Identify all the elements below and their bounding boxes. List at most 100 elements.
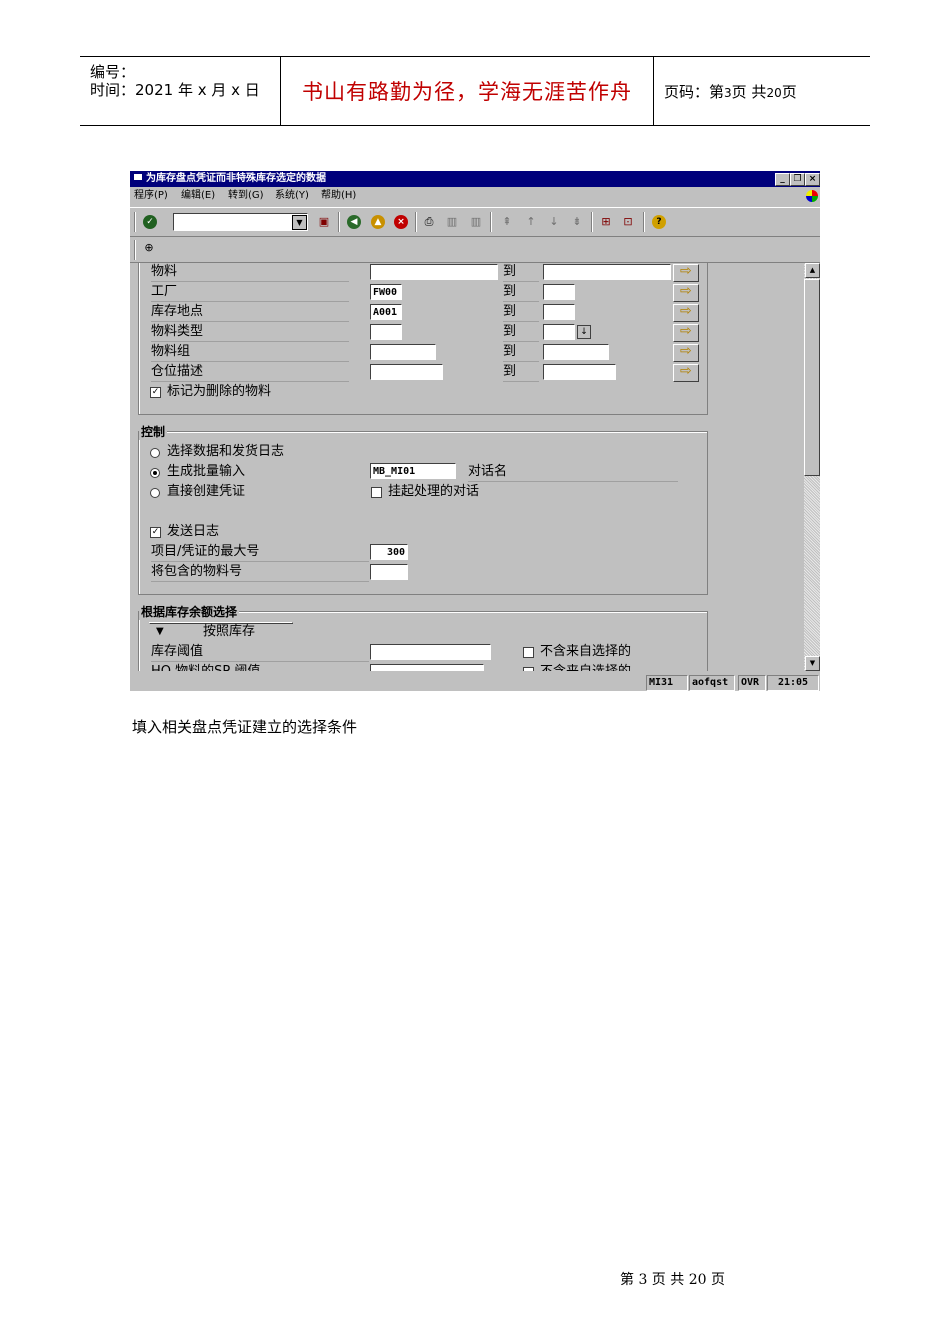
vertical-scrollbar[interactable]: ▲ ▼	[804, 263, 820, 671]
close-icon[interactable]: ×	[805, 173, 820, 186]
exit-icon[interactable]: ▲	[371, 215, 385, 229]
include-material-input[interactable]	[370, 564, 408, 580]
radio-direct-create-label: 直接创建凭证	[167, 484, 246, 499]
status-mode[interactable]: OVR	[738, 675, 766, 691]
material-type-from-input[interactable]	[370, 324, 402, 340]
shortcut-icon[interactable]: ⊡	[621, 215, 635, 229]
radio-log-only[interactable]	[150, 448, 160, 458]
sp-threshold-input[interactable]	[370, 664, 484, 671]
status-bar: MI31 ▾ aofqst OVR 21:05	[130, 673, 820, 691]
exclude-label: 不含来自选择的	[540, 644, 632, 659]
restore-icon[interactable]: ❐	[790, 173, 805, 186]
include-material-label: 将包含的物料号	[151, 563, 369, 582]
menu-edit[interactable]: 编辑(E)	[181, 187, 215, 205]
standard-toolbar: ✓ ▼ ▣ ◀ ▲ × ⎙ ▥ ▥ ⇞ ↑ ↓ ⇟ ⊞ ⊡ ?	[130, 207, 820, 237]
storage-location-label: 库存地点	[151, 303, 349, 322]
menu-goto[interactable]: 转到(G)	[228, 187, 264, 205]
bin-description-from-input[interactable]	[370, 364, 443, 380]
multiple-selection-button[interactable]	[673, 323, 699, 342]
first-page-icon[interactable]: ⇞	[500, 215, 514, 229]
save-icon[interactable]: ▣	[317, 215, 331, 229]
menu-program[interactable]: 程序(P)	[134, 187, 168, 205]
multiple-selection-button[interactable]	[673, 363, 699, 382]
possible-entries-icon[interactable]: ↓	[577, 325, 591, 339]
by-stock-button[interactable]: ▼ 按照库存	[149, 622, 293, 639]
session-name-input[interactable]: MB_MI01	[370, 463, 456, 479]
max-items-label: 项目/凭证的最大号	[151, 543, 369, 562]
material-group-from-input[interactable]	[370, 344, 436, 360]
exclude-checkbox-2[interactable]	[523, 667, 534, 671]
back-icon[interactable]: ◀	[347, 215, 361, 229]
system-menu-icon[interactable]	[134, 174, 142, 180]
help-icon[interactable]: ?	[652, 215, 666, 229]
material-type-to-input[interactable]	[543, 324, 575, 340]
toolbar-separator	[643, 212, 645, 232]
header-info-cell: 编号： 时间：2021 年 x 月 x 日	[80, 57, 281, 125]
hold-session-checkbox[interactable]	[371, 487, 382, 498]
command-field[interactable]	[173, 213, 308, 231]
previous-page-icon[interactable]: ↑	[524, 215, 538, 229]
time-label: 时间：2021 年 x 月 x 日	[90, 81, 260, 99]
page-code: 页码：第3页 共20页	[664, 82, 797, 101]
exclude-label-2: 不含来自选择的	[540, 663, 631, 671]
scroll-up-icon[interactable]: ▲	[805, 263, 820, 278]
multiple-selection-button[interactable]	[673, 263, 699, 282]
print-icon[interactable]: ⎙	[422, 215, 436, 229]
hold-session-label: 挂起处理的对话	[388, 484, 480, 499]
stock-threshold-input[interactable]	[370, 644, 491, 660]
send-log-checkbox[interactable]: ✓	[150, 527, 161, 538]
minimize-icon[interactable]: _	[775, 173, 790, 186]
radio-direct-create[interactable]	[150, 488, 160, 498]
radio-batch-input[interactable]	[150, 468, 160, 478]
material-label: 物料	[151, 263, 349, 282]
chevron-down-icon[interactable]: ▼	[292, 215, 307, 230]
menu-system[interactable]: 系统(Y)	[275, 187, 309, 205]
radio-batch-input-label: 生成批量输入	[167, 464, 246, 479]
material-from-input[interactable]	[370, 264, 498, 280]
exclude-checkbox[interactable]	[523, 647, 534, 658]
storage-location-to-input[interactable]	[543, 304, 575, 320]
toolbar-separator	[338, 212, 340, 232]
to-label: 到	[503, 343, 539, 362]
multiple-selection-button[interactable]	[673, 303, 699, 322]
to-label: 到	[503, 303, 539, 322]
plant-from-input[interactable]: FW00	[370, 284, 402, 300]
motto-cell: 书山有路勤为径，学海无涯苦作舟	[281, 57, 654, 125]
last-page-icon[interactable]: ⇟	[570, 215, 584, 229]
plant-label: 工厂	[151, 283, 349, 302]
toolbar-separator	[591, 212, 593, 232]
session-name-label: 对话名	[468, 463, 678, 482]
create-session-icon[interactable]: ⊞	[599, 215, 613, 229]
material-group-label: 物料组	[151, 343, 349, 362]
radio-log-only-label: 选择数据和发货日志	[167, 444, 285, 459]
to-label: 到	[503, 283, 539, 302]
triangle-down-icon: ▼	[156, 626, 164, 637]
plant-to-input[interactable]	[543, 284, 575, 300]
deleted-flag-label: 标记为删除的物料	[167, 384, 272, 399]
scroll-down-icon[interactable]: ▼	[805, 656, 820, 671]
material-group-to-input[interactable]	[543, 344, 609, 360]
status-time: 21:05	[767, 675, 819, 691]
enter-icon[interactable]: ✓	[143, 215, 157, 229]
next-page-icon[interactable]: ↓	[547, 215, 561, 229]
max-items-input[interactable]: 300	[370, 544, 408, 560]
cancel-icon[interactable]: ×	[394, 215, 408, 229]
find-icon[interactable]: ▥	[445, 215, 459, 229]
multiple-selection-button[interactable]	[673, 343, 699, 362]
toolbar-separator	[415, 212, 417, 232]
storage-location-from-input[interactable]: A001	[370, 304, 402, 320]
find-next-icon[interactable]: ▥	[469, 215, 483, 229]
multiple-selection-button[interactable]	[673, 283, 699, 302]
window-title: 为库存盘点凭证而非特殊库存选定的数据	[146, 173, 326, 184]
scroll-thumb[interactable]	[804, 279, 820, 476]
sp-threshold-label: HQ 物料的SP 阈值	[151, 663, 260, 671]
execute-icon[interactable]: ⊕	[142, 241, 156, 255]
material-to-input[interactable]	[543, 264, 671, 280]
deleted-flag-checkbox[interactable]: ✓	[150, 387, 161, 398]
to-label: 到	[503, 363, 539, 382]
bin-description-to-input[interactable]	[543, 364, 616, 380]
stock-threshold-label: 库存阈值	[151, 643, 369, 662]
menu-help[interactable]: 帮助(H)	[321, 187, 356, 205]
material-type-label: 物料类型	[151, 323, 349, 342]
status-tcode[interactable]: MI31 ▾	[646, 675, 688, 691]
